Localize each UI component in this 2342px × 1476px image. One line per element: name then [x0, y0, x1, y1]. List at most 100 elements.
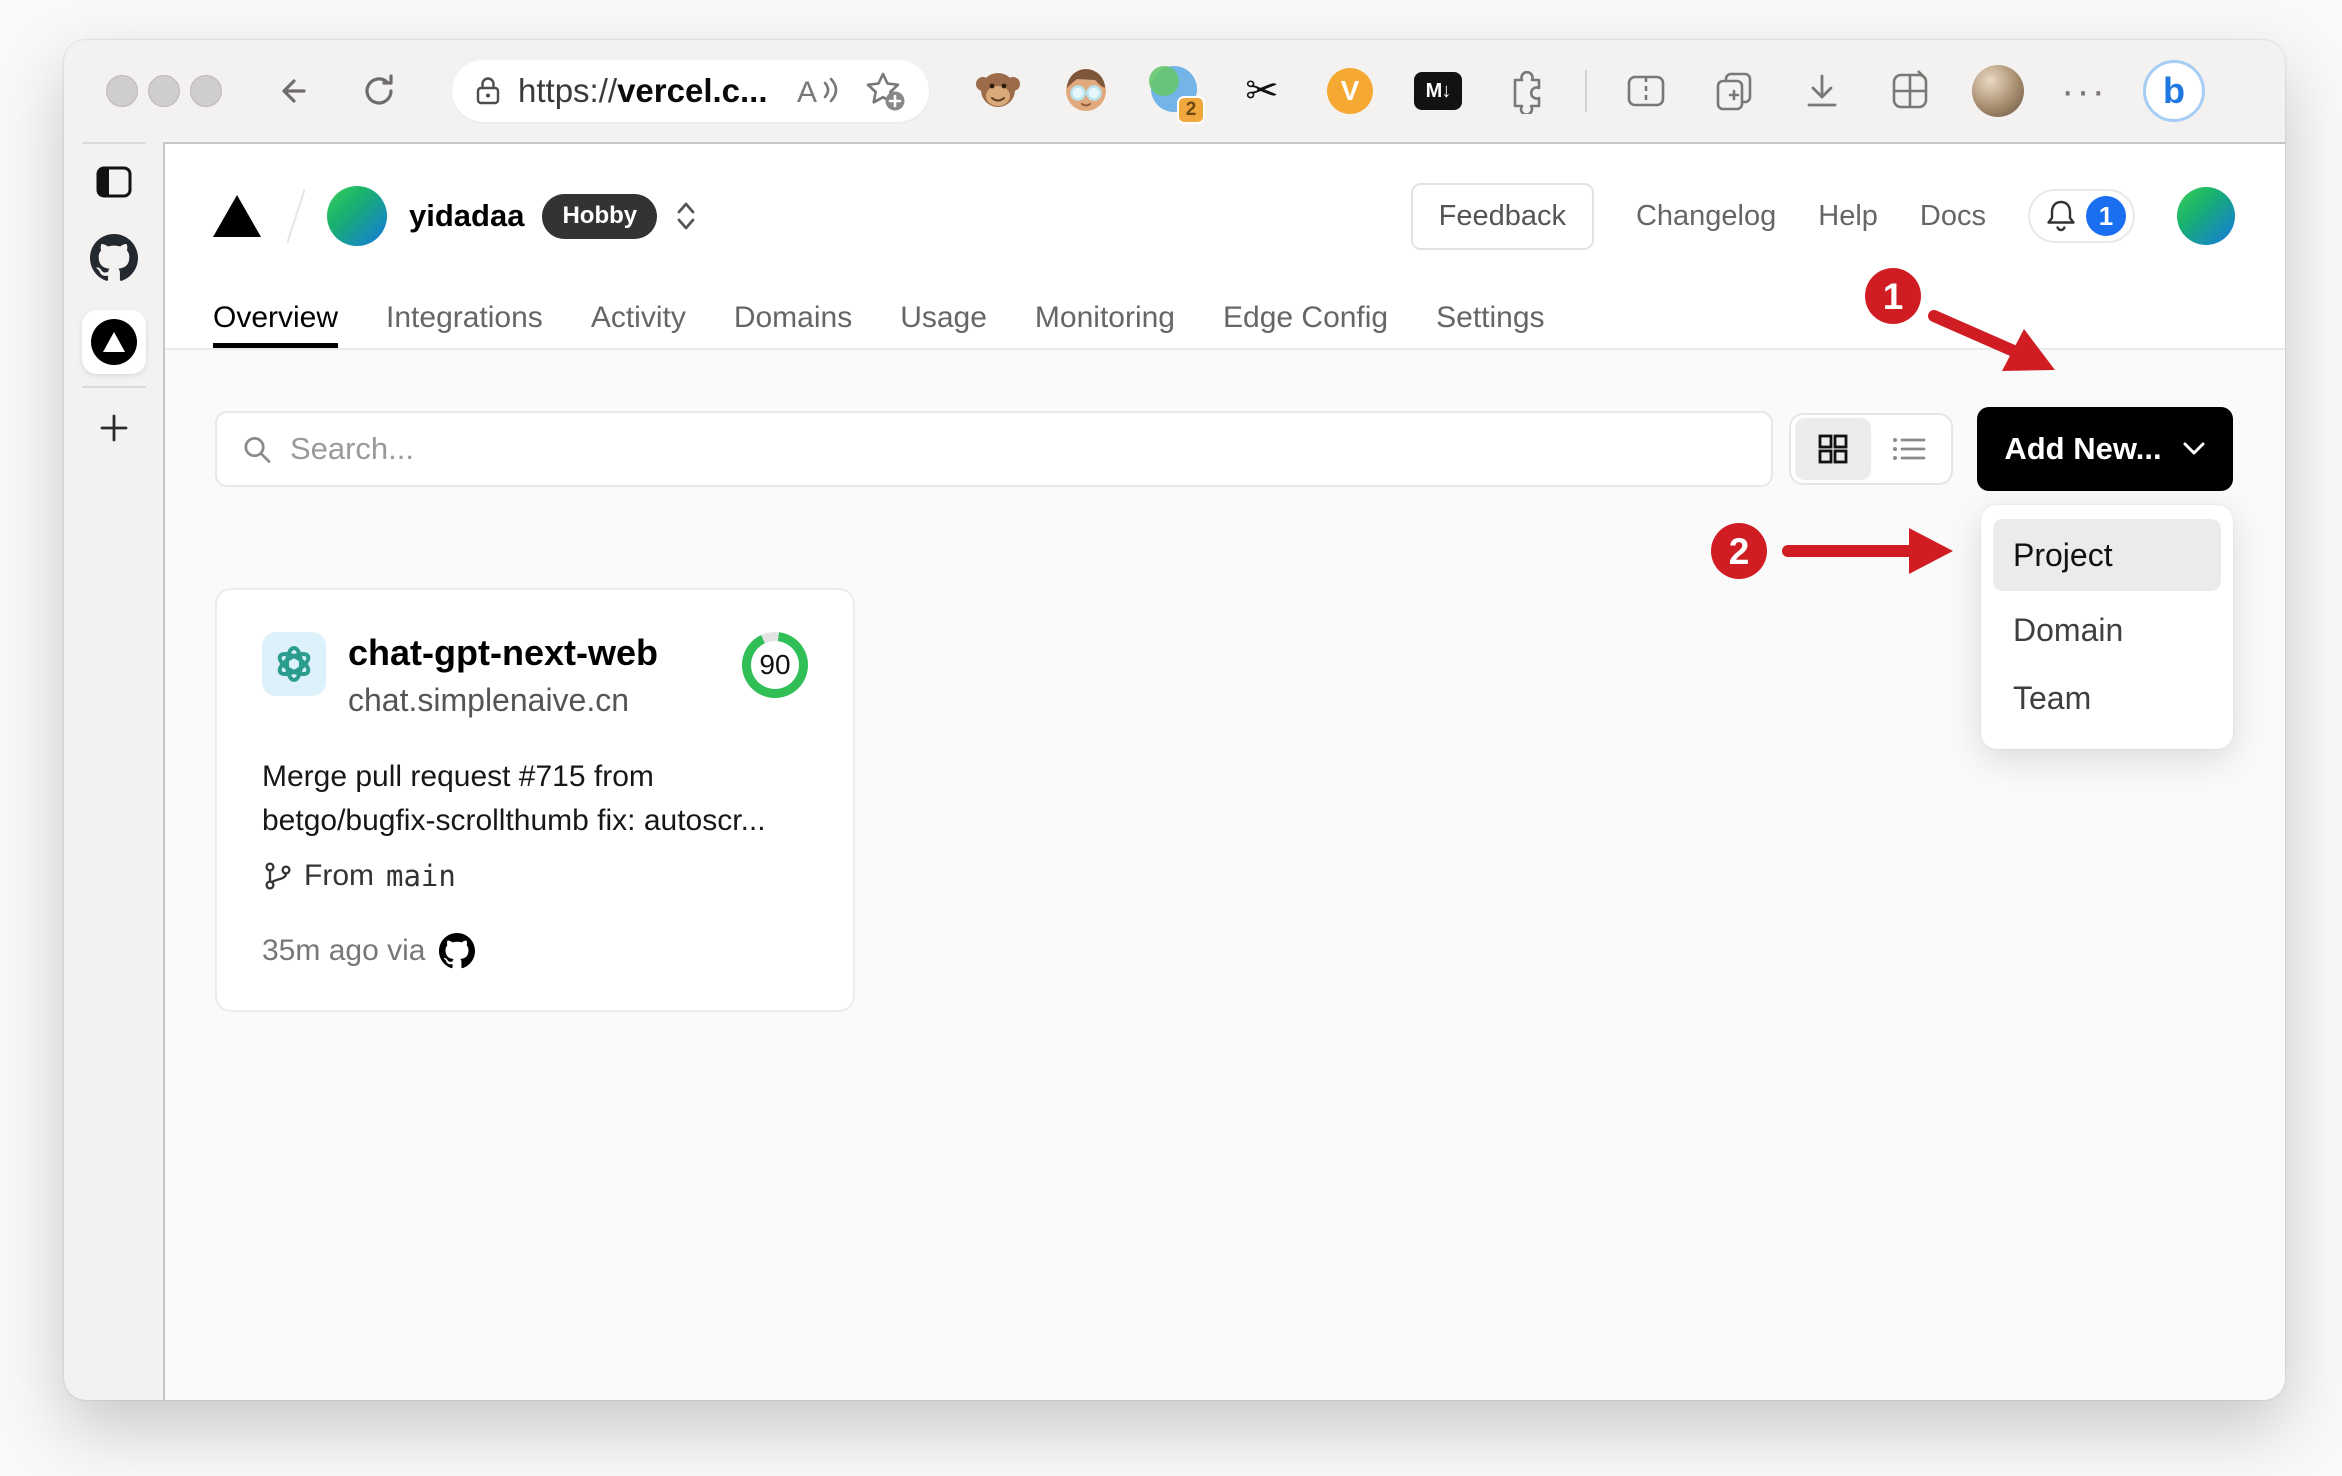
docs-link[interactable]: Docs: [1920, 200, 1986, 233]
desktop: https://vercel.c... A 2 ✂ V M↓ ··· b yid…: [0, 0, 2342, 1476]
project-domain[interactable]: chat.simplenaive.cn: [348, 682, 658, 719]
tab-manager-extension-icon[interactable]: 2: [1145, 62, 1205, 124]
add-new-dropdown: Project Domain Team: [1981, 505, 2233, 749]
latest-commit-message: Merge pull request #715 from betgo/bugfi…: [262, 755, 808, 843]
changelog-link[interactable]: Changelog: [1636, 200, 1776, 233]
profile-avatar[interactable]: [1969, 62, 2027, 120]
notifications-button[interactable]: 1: [2028, 189, 2135, 243]
plan-badge: Hobby: [542, 193, 658, 239]
list-view-button[interactable]: [1871, 418, 1947, 480]
split-screen-button[interactable]: [1617, 62, 1675, 120]
add-favorite-star-icon[interactable]: [863, 69, 907, 113]
toolbar-divider: [1585, 70, 1587, 112]
toolbar-overflow-button[interactable]: ···: [2061, 69, 2107, 114]
monkey-face-icon: [976, 73, 1020, 107]
github-icon: [89, 234, 138, 281]
web-content: yidadaa Hobby Feedback Changelog Help Do…: [163, 142, 2285, 1400]
branch-name: main: [386, 859, 456, 893]
close-window-button[interactable]: [106, 75, 138, 107]
project-logo: [262, 632, 326, 696]
tab-domains[interactable]: Domains: [734, 288, 852, 348]
branch-row: From main: [262, 859, 808, 893]
list-view-icon: [1893, 438, 1926, 460]
vercel-logo[interactable]: [213, 195, 261, 237]
chevron-down-icon: [2183, 442, 2205, 455]
bing-chat-button[interactable]: b: [2142, 60, 2205, 122]
tab-activity[interactable]: Activity: [591, 288, 686, 348]
avatar-extension-icon[interactable]: [1057, 62, 1115, 120]
apps-launcher-button[interactable]: [1881, 62, 1939, 120]
url-host: vercel.c...: [617, 72, 768, 109]
monkey-extension-icon[interactable]: [969, 62, 1027, 120]
tabstrip-divider-bottom: [81, 386, 146, 388]
dropdown-item-project[interactable]: Project: [1993, 519, 2221, 591]
markdown-extension-icon[interactable]: M↓: [1409, 62, 1467, 120]
refresh-button[interactable]: [358, 70, 400, 112]
vercel-circle-icon: [90, 319, 137, 365]
team-switcher-button[interactable]: [673, 199, 699, 233]
split-screen-icon: [1627, 75, 1665, 107]
downloads-button[interactable]: [1793, 62, 1851, 120]
search-input[interactable]: [289, 431, 1747, 467]
project-name[interactable]: chat-gpt-next-web: [348, 632, 658, 674]
girl-face-icon: [1066, 69, 1106, 111]
team-name: yidadaa: [409, 198, 525, 233]
sidebar-panel-icon: [96, 166, 131, 198]
deployed-time: 35m ago via: [262, 934, 426, 967]
branch-prefix: From: [304, 859, 374, 892]
header-actions: Feedback Changelog Help Docs 1: [1410, 182, 2235, 250]
vimium-extension-icon[interactable]: V: [1321, 62, 1379, 120]
zoom-window-button[interactable]: [190, 75, 222, 107]
back-button[interactable]: [274, 71, 314, 111]
score-value: 90: [751, 641, 799, 689]
browser-body: yidadaa Hobby Feedback Changelog Help Do…: [64, 142, 2285, 1400]
tab-edge-config[interactable]: Edge Config: [1223, 288, 1388, 348]
project-titles: chat-gpt-next-web chat.simplenaive.cn: [348, 632, 658, 719]
refresh-icon: [365, 74, 393, 105]
address-bar[interactable]: https://vercel.c... A: [452, 60, 929, 122]
project-card[interactable]: chat-gpt-next-web chat.simplenaive.cn 90…: [215, 588, 855, 1012]
puzzle-icon: [1513, 70, 1541, 114]
chevron-up-down-icon: [677, 202, 695, 230]
dropdown-item-domain[interactable]: Domain: [1993, 599, 2221, 661]
tab-usage[interactable]: Usage: [900, 288, 987, 348]
openai-logo-icon: [277, 646, 311, 682]
deployment-meta: 35m ago via: [262, 933, 808, 969]
tab-github[interactable]: [89, 234, 138, 282]
grid-view-icon: [1818, 434, 1848, 464]
back-arrow-icon: [282, 79, 306, 103]
vercel-header: yidadaa Hobby Feedback Changelog Help Do…: [165, 144, 2285, 350]
tab-overview[interactable]: Overview: [213, 288, 339, 348]
minimize-window-button[interactable]: [148, 75, 180, 107]
clipper-extension-icon[interactable]: ✂: [1233, 62, 1291, 120]
help-link[interactable]: Help: [1818, 200, 1878, 233]
browser-toolbar: https://vercel.c... A 2 ✂ V M↓ ··· b: [64, 40, 2285, 142]
tab-vercel-active[interactable]: [81, 310, 146, 374]
github-icon: [439, 933, 476, 969]
search-box: [215, 411, 1773, 487]
dropdown-item-team[interactable]: Team: [1993, 667, 2221, 729]
add-new-label: Add New...: [2004, 431, 2162, 466]
tab-settings[interactable]: Settings: [1436, 288, 1544, 348]
collections-button[interactable]: [1705, 62, 1763, 120]
new-tab-button[interactable]: [96, 410, 132, 446]
toggle-vertical-tabs-button[interactable]: [96, 166, 132, 198]
team-avatar: [327, 186, 387, 246]
user-avatar[interactable]: [2177, 187, 2235, 245]
grid-view-button[interactable]: [1795, 418, 1871, 480]
bing-b-icon: b: [2162, 70, 2185, 111]
notification-count-badge: 1: [2086, 196, 2126, 236]
read-aloud-icon[interactable]: A: [795, 71, 839, 111]
overview-page: Add New...: [165, 350, 2285, 1400]
apps-grid-icon: [1892, 70, 1928, 109]
v-letter-icon: V: [1327, 68, 1373, 114]
extensions-menu-button[interactable]: [1497, 62, 1555, 120]
vertical-tab-strip: [64, 142, 163, 1400]
svg-text:A: A: [797, 76, 817, 109]
tab-integrations[interactable]: Integrations: [386, 288, 543, 348]
feedback-button[interactable]: Feedback: [1410, 182, 1594, 250]
search-icon: [244, 437, 271, 463]
page-controls: Add New...: [165, 350, 2285, 491]
add-new-button[interactable]: Add New...: [1977, 407, 2233, 491]
tab-monitoring[interactable]: Monitoring: [1035, 288, 1175, 348]
